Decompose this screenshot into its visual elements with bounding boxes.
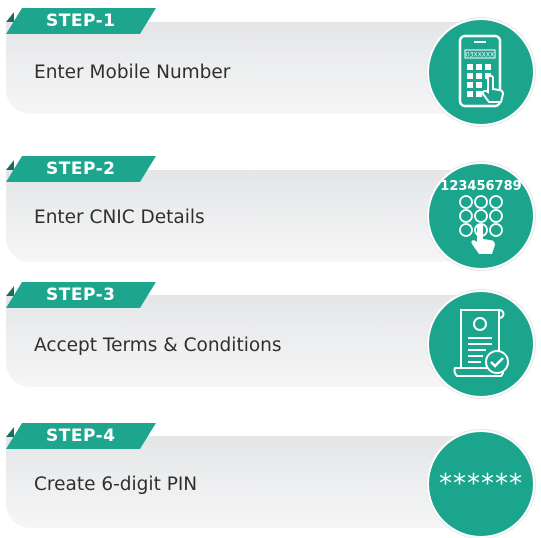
terms-document-check-icon [453,309,509,377]
cnic-digits-text: 123456789 [440,179,521,194]
step-2-tab-corner [6,160,14,170]
step-3-icon-circle [427,290,535,398]
cnic-digits-keypad-icon: 123456789 [440,179,522,254]
step-1-tab-corner [6,12,14,22]
step-2-label: Enter CNIC Details [34,207,205,228]
step-1-tab: STEP-1 [6,8,156,34]
step-1-icon-circle: 03XXXXX [427,18,535,126]
step-3-tab: STEP-3 [6,282,156,308]
mobile-number-text: 03XXXXX [466,52,494,59]
step-4-tab-corner [6,427,14,437]
step-4-icon-circle: ****** [427,430,535,538]
mobile-keypad-icon: 03XXXXX [458,34,505,108]
step-3-tab-corner [6,286,14,296]
step-1-label: Enter Mobile Number [34,62,231,83]
step-4-tab: STEP-4 [6,423,156,449]
step-2-tab: STEP-2 [6,156,156,182]
pin-icon: ****** [439,469,523,499]
step-3-label: Accept Terms & Conditions [34,335,282,356]
step-4-label: Create 6-digit PIN [34,474,198,495]
step-2-icon-circle: 123456789 [427,162,535,270]
